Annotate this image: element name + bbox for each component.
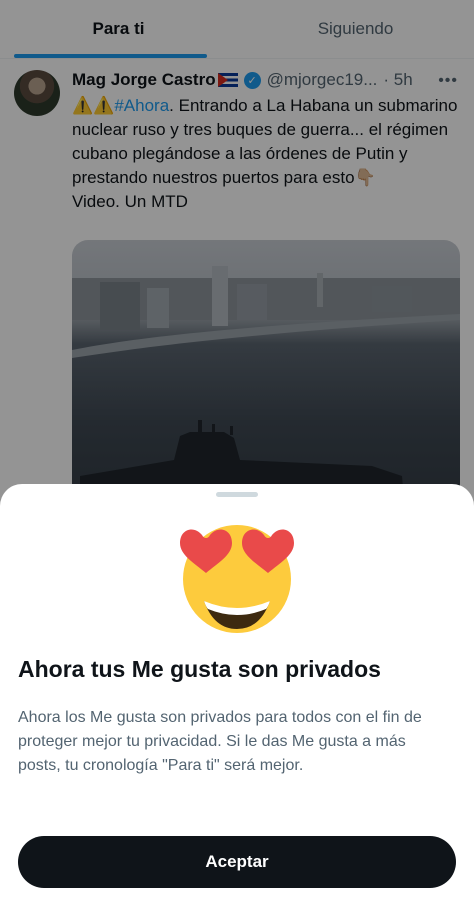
drag-handle[interactable] [216,492,258,497]
sheet-body: Ahora los Me gusta son privados para tod… [18,709,422,774]
accept-button[interactable]: Aceptar [18,836,456,888]
bottom-sheet: Ahora tus Me gusta son privados Ahora lo… [0,484,474,897]
heart-eyes-emoji-icon [180,525,294,633]
sheet-title: Ahora tus Me gusta son privados [18,656,381,682]
